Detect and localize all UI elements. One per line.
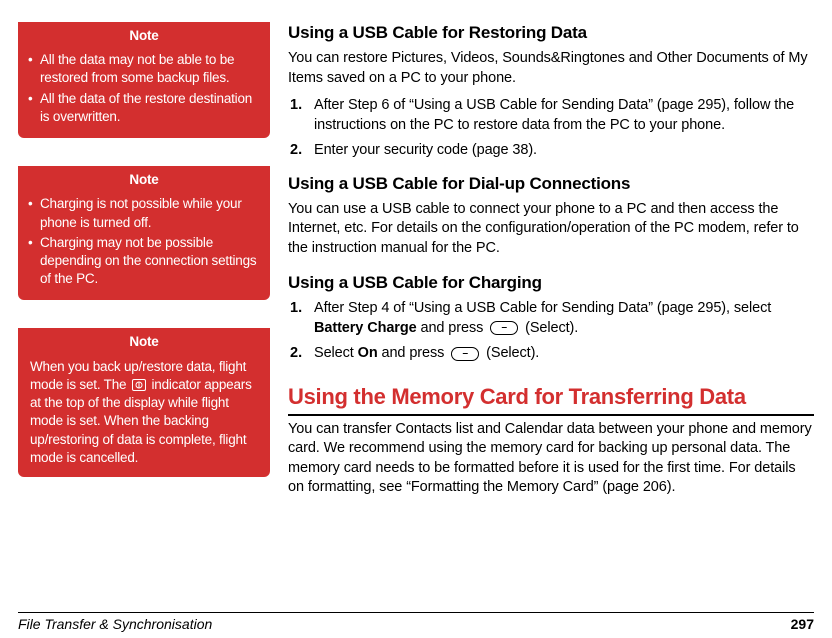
note-item: Charging may not be possible depending o… xyxy=(28,234,260,289)
text: (Select). xyxy=(482,345,539,361)
heading-charging: Using a USB Cable for Charging xyxy=(288,272,814,295)
text: After Step 4 of “Using a USB Cable for S… xyxy=(314,300,771,316)
main-content: Using a USB Cable for Restoring Data You… xyxy=(288,22,814,506)
note-body: Charging is not possible while your phon… xyxy=(18,193,270,288)
note-body: When you back up/restore data, flight mo… xyxy=(18,356,270,467)
softkey-icon xyxy=(451,347,479,361)
note-body: All the data may not be able to be resto… xyxy=(18,49,270,126)
bold-text: On xyxy=(358,345,378,361)
step: 1. After Step 4 of “Using a USB Cable fo… xyxy=(288,299,814,338)
memory-card-paragraph: You can transfer Contacts list and Calen… xyxy=(288,420,814,498)
note-flightmode: Note When you back up/restore data, flig… xyxy=(18,328,270,477)
step-number: 2. xyxy=(288,141,314,161)
page-number: 297 xyxy=(791,616,814,632)
note-item: Charging is not possible while your phon… xyxy=(28,195,260,231)
footer-section-name: File Transfer & Synchronisation xyxy=(18,616,212,632)
note-charging: Note Charging is not possible while your… xyxy=(18,166,270,300)
flight-mode-icon xyxy=(132,379,146,391)
step-text: Enter your security code (page 38). xyxy=(314,141,814,161)
softkey-icon xyxy=(490,321,518,335)
step: 1. After Step 6 of “Using a USB Cable fo… xyxy=(288,96,814,135)
text: and press xyxy=(378,345,449,361)
step-text: Select On and press (Select). xyxy=(314,344,814,364)
note-item: All the data of the restore destination … xyxy=(28,90,260,126)
step-number: 2. xyxy=(288,344,314,364)
note-title: Note xyxy=(18,22,270,49)
step-number: 1. xyxy=(288,299,314,338)
step-number: 1. xyxy=(288,96,314,135)
text: (Select). xyxy=(521,320,578,336)
step: 2. Select On and press (Select). xyxy=(288,344,814,364)
restore-intro: You can restore Pictures, Videos, Sounds… xyxy=(288,49,814,88)
note-title: Note xyxy=(18,328,270,355)
text: Select xyxy=(314,345,358,361)
step-text: After Step 4 of “Using a USB Cable for S… xyxy=(314,299,814,338)
note-item: All the data may not be able to be resto… xyxy=(28,51,260,87)
dialup-paragraph: You can use a USB cable to connect your … xyxy=(288,200,814,259)
page-footer: File Transfer & Synchronisation 297 xyxy=(18,612,814,632)
note-restore: Note All the data may not be able to be … xyxy=(18,22,270,138)
heading-restore: Using a USB Cable for Restoring Data xyxy=(288,22,814,45)
note-title: Note xyxy=(18,166,270,193)
section-title-memory-card: Using the Memory Card for Transferring D… xyxy=(288,382,814,416)
step: 2. Enter your security code (page 38). xyxy=(288,141,814,161)
heading-dialup: Using a USB Cable for Dial-up Connection… xyxy=(288,173,814,196)
text: and press xyxy=(417,320,488,336)
bold-text: Battery Charge xyxy=(314,320,417,336)
sidebar: Note All the data may not be able to be … xyxy=(18,22,270,506)
step-text: After Step 6 of “Using a USB Cable for S… xyxy=(314,96,814,135)
